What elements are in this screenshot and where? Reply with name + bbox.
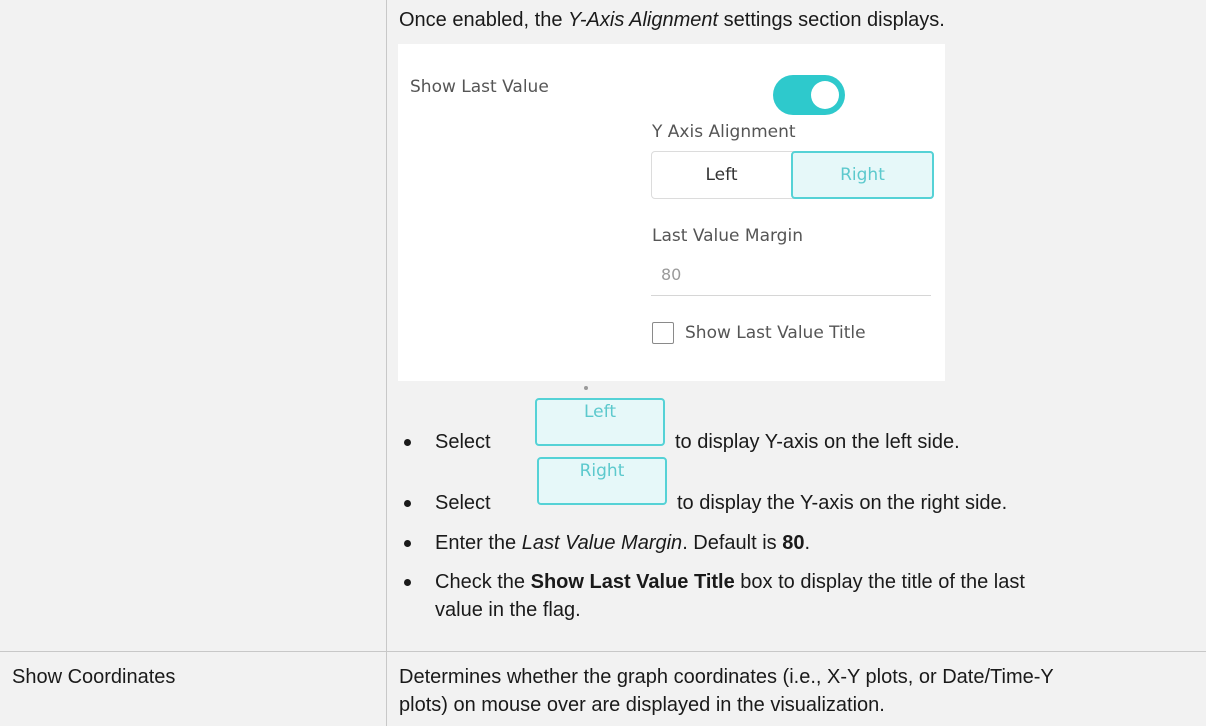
- show-last-value-title-label: Show Last Value Title: [685, 323, 866, 343]
- y-axis-alignment-segmented-control: Left Right: [651, 151, 934, 199]
- bullet-4-text-line2: value in the flag.: [435, 599, 581, 621]
- last-value-margin-input[interactable]: 80: [651, 262, 931, 296]
- bullet-2-select-text: Select: [435, 492, 491, 514]
- intro-text: Once enabled, the Y-Axis Alignment setti…: [399, 9, 945, 31]
- bullet-1-description: to display Y-axis on the left side.: [675, 431, 960, 453]
- alignment-right-option[interactable]: Right: [791, 151, 934, 199]
- last-value-margin-value: 80: [661, 265, 682, 284]
- left-button-image: Left: [535, 398, 665, 446]
- bullet-dot: [404, 579, 411, 586]
- y-axis-alignment-label: Y Axis Alignment: [652, 122, 796, 142]
- last-value-margin-label: Last Value Margin: [652, 226, 803, 246]
- show-last-value-toggle[interactable]: [773, 75, 845, 115]
- show-last-value-label: Show Last Value: [410, 77, 549, 97]
- toggle-knob: [811, 81, 839, 109]
- bullet-dot: [404, 439, 411, 446]
- right-button-image: Right: [537, 457, 667, 505]
- bullet-dot: [404, 500, 411, 507]
- bullet-2-description: to display the Y-axis on the right side.: [677, 492, 1008, 514]
- description-line-1: Determines whether the graph coordinates…: [399, 666, 1054, 688]
- description-line-2: plots) on mouse over are displayed in th…: [399, 694, 885, 716]
- show-last-value-title-checkbox[interactable]: [652, 322, 674, 344]
- property-name-show-coordinates: Show Coordinates: [12, 666, 176, 688]
- alignment-left-option[interactable]: Left: [652, 152, 791, 198]
- bullet-dot: [404, 540, 411, 547]
- stray-mark: [584, 386, 588, 390]
- bullet-1-select-text: Select: [435, 431, 491, 453]
- settings-panel-screenshot: Show Last Value Y Axis Alignment Left Ri…: [398, 44, 945, 381]
- bullet-4-text-line1: Check the Show Last Value Title box to d…: [435, 571, 1025, 593]
- column-divider: [386, 0, 387, 726]
- bullet-3-text: Enter the Last Value Margin. Default is …: [435, 532, 811, 554]
